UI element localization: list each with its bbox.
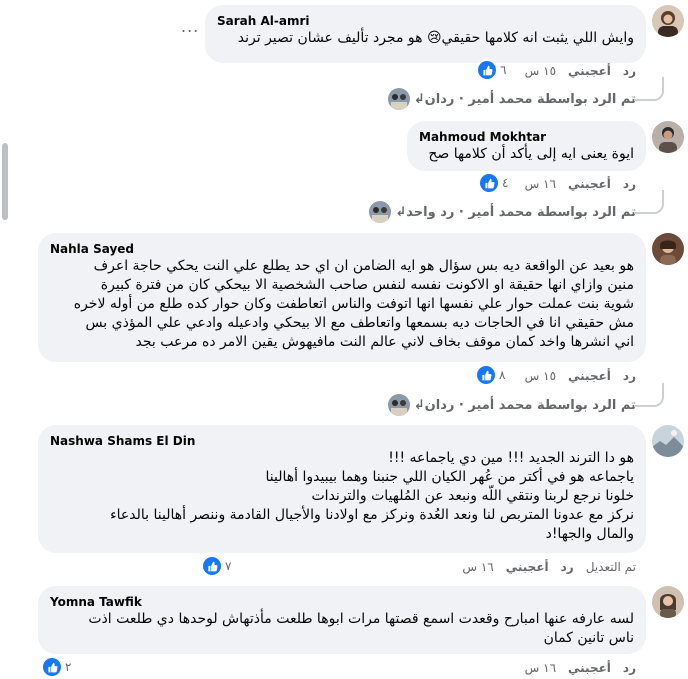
comment-text: هو دا الترند الجديد !!! مين دي ياجماعه !… [110,450,634,542]
reaction-count[interactable]: ٧ [203,557,231,575]
comment-actions: ١٥ س أعجبني رد [513,61,636,81]
reply-button[interactable]: رد [561,560,574,574]
thread-line [634,77,664,101]
like-button[interactable]: أعجبني [568,64,611,78]
view-replies-link[interactable]: ↲ تم الرد بواسطة محمد أمير · ردان [382,77,664,110]
comment-bubble: Nahla Sayed هو بعيد عن الواقعة ديه بس سؤ… [38,233,646,362]
scrollbar[interactable] [2,143,8,220]
like-button[interactable]: أعجبني [506,560,549,574]
reply-arrow-icon: ↲ [413,397,425,413]
like-icon [43,658,61,676]
comment-actions: ١٦ س أعجبني رد [513,174,636,194]
avatar [369,201,392,223]
like-button[interactable]: أعجبني [568,369,611,383]
avatar[interactable] [652,5,684,37]
comment-text: لسه عارفه عنها امبارح وقعدت اسمع قصتها م… [88,611,634,646]
like-icon [480,174,498,192]
comment-text: وايش اللي يثبت انه كلامها حقيقي😢 هو مجرد… [237,30,634,46]
reaction-count[interactable]: ٦ [478,61,506,79]
reply-button[interactable]: رد [623,369,636,383]
like-button[interactable]: أعجبني [568,177,611,191]
comment-author[interactable]: Nashwa Shams El Din [50,433,634,449]
comment-bubble: Nashwa Shams El Din هو دا الترند الجديد … [38,425,646,553]
comment-actions: ١٦ س أعجبني رد تم التعديل [450,557,636,577]
like-icon [478,61,496,79]
reply-arrow-icon: ↲ [395,204,407,220]
comment-time[interactable]: ١٦ س [525,177,556,191]
reply-button[interactable]: رد [623,661,636,675]
avatar[interactable] [652,425,684,457]
comment-time[interactable]: ١٥ س [525,64,556,78]
comment-author[interactable]: Nahla Sayed [50,241,634,257]
reply-button[interactable]: رد [623,177,636,191]
reaction-count[interactable]: ٤ [480,174,508,192]
comment-bubble: Yomna Tawfik لسه عارفه عنها امبارح وقعدت… [38,586,646,654]
like-icon [477,366,495,384]
reply-arrow-icon: ↲ [413,91,425,107]
comment-time[interactable]: ١٦ س [525,661,556,675]
comment-author[interactable]: Sarah Al-amri [217,13,634,29]
avatar [387,394,410,416]
avatar[interactable] [652,586,684,618]
more-options-icon[interactable]: ... [181,17,199,36]
comment-text: ايوة يعنى ايه إلى يأكد أن كلامها صح [428,146,634,162]
like-icon [203,557,221,575]
reaction-count[interactable]: ٢ [43,658,71,676]
avatar [387,88,410,110]
comment-time[interactable]: ١٥ س [525,369,556,383]
comment-author[interactable]: Mahmoud Mokhtar [419,129,634,145]
thread-line [634,190,664,214]
reply-button[interactable]: رد [623,64,636,78]
like-button[interactable]: أعجبني [568,661,611,675]
thread-line [634,383,664,407]
reaction-count[interactable]: ٨ [477,366,505,384]
comment-bubble: ... Sarah Al-amri وايش اللي يثبت انه كلا… [181,5,646,63]
view-replies-link[interactable]: ↲ تم الرد بواسطة محمد أمير · رد واحد [363,190,664,223]
comment-bubble: Mahmoud Mokhtar ايوة يعنى ايه إلى يأكد أ… [407,121,646,171]
avatar[interactable] [652,233,684,265]
edited-label: تم التعديل [585,560,636,574]
comment-actions: ١٦ س أعجبني رد [513,658,636,678]
comment-text: هو بعيد عن الواقعة ديه بس سؤال هو ايه ال… [73,258,634,350]
comment-author[interactable]: Yomna Tawfik [50,594,634,610]
comment-time[interactable]: ١٦ س [462,560,493,574]
comment-actions: ١٥ س أعجبني رد [513,366,636,386]
avatar[interactable] [652,121,684,153]
view-replies-link[interactable]: ↲ تم الرد بواسطة محمد أمير · ردان [382,383,664,416]
